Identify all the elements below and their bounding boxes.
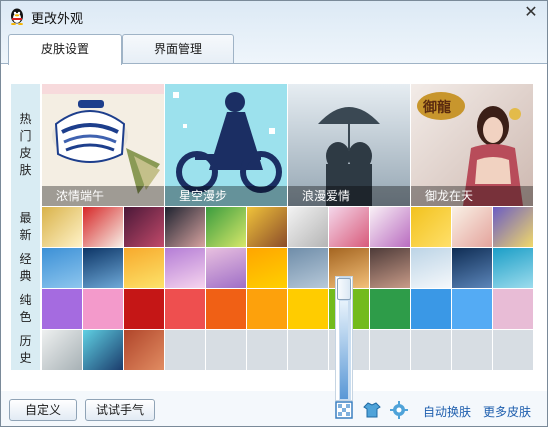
history-empty-slot <box>493 330 533 370</box>
classic-skin-thumb[interactable] <box>247 248 287 288</box>
solid-color-swatch[interactable] <box>165 289 205 329</box>
section-label-newest-text: 最新 <box>19 210 32 242</box>
hot-skin-romantic-love[interactable]: 浪漫爱情 <box>288 84 410 206</box>
solid-color-swatch[interactable] <box>124 289 164 329</box>
hot-skin-starry-walk[interactable]: 星空漫步 <box>165 84 287 206</box>
classic-skin-thumb[interactable] <box>452 248 492 288</box>
section-label-newest: 最新 <box>11 206 41 247</box>
close-button[interactable]: ✕ <box>519 3 543 23</box>
transparency-slider-fill <box>340 301 348 399</box>
solid-color-swatch[interactable] <box>83 289 123 329</box>
section-label-history: 历史 <box>11 329 41 370</box>
newest-skin-thumb[interactable] <box>206 207 246 247</box>
history-empty-slot <box>411 330 451 370</box>
gear-icon[interactable] <box>390 401 408 419</box>
newest-skin-thumb[interactable] <box>452 207 492 247</box>
newest-skin-thumb[interactable] <box>288 207 328 247</box>
transparency-icon[interactable] <box>335 401 353 419</box>
history-empty-slot <box>288 330 328 370</box>
classic-skin-thumb[interactable] <box>165 248 205 288</box>
history-empty-slot <box>165 330 205 370</box>
history-skin-thumb[interactable] <box>124 330 164 370</box>
newest-skin-thumb[interactable] <box>165 207 205 247</box>
more-skins-link[interactable]: 更多皮肤 <box>483 403 531 420</box>
customize-button[interactable]: 自定义 <box>9 399 77 421</box>
section-label-solid-text: 纯色 <box>19 292 32 324</box>
section-label-solid: 纯色 <box>11 288 41 329</box>
solid-color-swatch[interactable] <box>370 289 410 329</box>
classic-skin-thumb[interactable] <box>288 248 328 288</box>
try-luck-button[interactable]: 试试手气 <box>85 399 155 421</box>
history-empty-slot <box>370 330 410 370</box>
section-label-classic: 经典 <box>11 247 41 288</box>
history-empty-slot <box>206 330 246 370</box>
shirt-icon[interactable] <box>363 401 381 419</box>
history-empty-slot <box>452 330 492 370</box>
newest-skin-thumb[interactable] <box>83 207 123 247</box>
solid-color-swatch[interactable] <box>206 289 246 329</box>
svg-text:御龍: 御龍 <box>422 99 451 116</box>
hot-skin-romantic-love-caption: 浪漫爱情 <box>288 186 410 206</box>
classic-skin-thumb[interactable] <box>206 248 246 288</box>
newest-skin-thumb[interactable] <box>370 207 410 247</box>
newest-skin-thumb[interactable] <box>124 207 164 247</box>
auto-switch-link[interactable]: 自动换肤 <box>423 403 471 420</box>
newest-skin-thumb[interactable] <box>247 207 287 247</box>
section-label-hot: 热门皮肤 <box>11 84 41 206</box>
classic-skin-thumb[interactable] <box>370 248 410 288</box>
solid-color-swatch[interactable] <box>452 289 492 329</box>
solid-color-swatch[interactable] <box>288 289 328 329</box>
newest-skin-thumb[interactable] <box>411 207 451 247</box>
solid-color-swatch[interactable] <box>247 289 287 329</box>
section-label-classic-text: 经典 <box>19 251 32 283</box>
section-label-hot-text: 热门皮肤 <box>19 112 32 177</box>
close-icon: ✕ <box>524 4 538 21</box>
classic-skin-thumb[interactable] <box>493 248 533 288</box>
hot-skin-dragon-sky[interactable]: 御龍 御龙在天 <box>411 84 533 206</box>
classic-skin-thumb[interactable] <box>83 248 123 288</box>
tab-bar: 皮肤设置 界面管理 <box>1 34 547 65</box>
history-skin-thumb[interactable] <box>83 330 123 370</box>
newest-skin-thumb[interactable] <box>42 207 82 247</box>
section-label-history-text: 历史 <box>19 333 32 365</box>
transparency-slider-thumb[interactable] <box>337 278 351 300</box>
skin-panel: 热门皮肤 最新 经典 纯色 历史 浓情端午 星空漫步 浪漫爱情 御龍 御龙在天 <box>1 64 547 401</box>
window-title: 更改外观 <box>31 11 84 26</box>
newest-skin-thumb[interactable] <box>329 207 369 247</box>
title-bar[interactable]: 更改外观 ✕ <box>1 1 547 31</box>
classic-skin-thumb[interactable] <box>124 248 164 288</box>
classic-skin-thumb[interactable] <box>411 248 451 288</box>
tab-skin-settings[interactable]: 皮肤设置 <box>8 34 122 65</box>
history-skin-thumb[interactable] <box>42 330 82 370</box>
appearance-window: 更改外观 ✕ 皮肤设置 界面管理 热门皮肤 最新 经典 纯色 历史 浓情端午 星… <box>0 0 548 427</box>
hot-skin-dragon-boat-caption: 浓情端午 <box>42 186 164 206</box>
hot-skin-dragon-boat[interactable]: 浓情端午 <box>42 84 164 206</box>
hot-skin-dragon-sky-caption: 御龙在天 <box>411 186 533 206</box>
solid-color-swatch[interactable] <box>411 289 451 329</box>
classic-skin-thumb[interactable] <box>42 248 82 288</box>
solid-color-swatch[interactable] <box>42 289 82 329</box>
hot-skin-starry-walk-caption: 星空漫步 <box>165 186 287 206</box>
solid-color-swatch[interactable] <box>493 289 533 329</box>
skin-gallery: 热门皮肤 最新 经典 纯色 历史 浓情端午 星空漫步 浪漫爱情 御龍 御龙在天 <box>11 84 533 426</box>
tab-interface-management[interactable]: 界面管理 <box>122 34 234 64</box>
newest-skin-thumb[interactable] <box>493 207 533 247</box>
history-empty-slot <box>247 330 287 370</box>
qq-penguin-icon <box>11 8 23 25</box>
